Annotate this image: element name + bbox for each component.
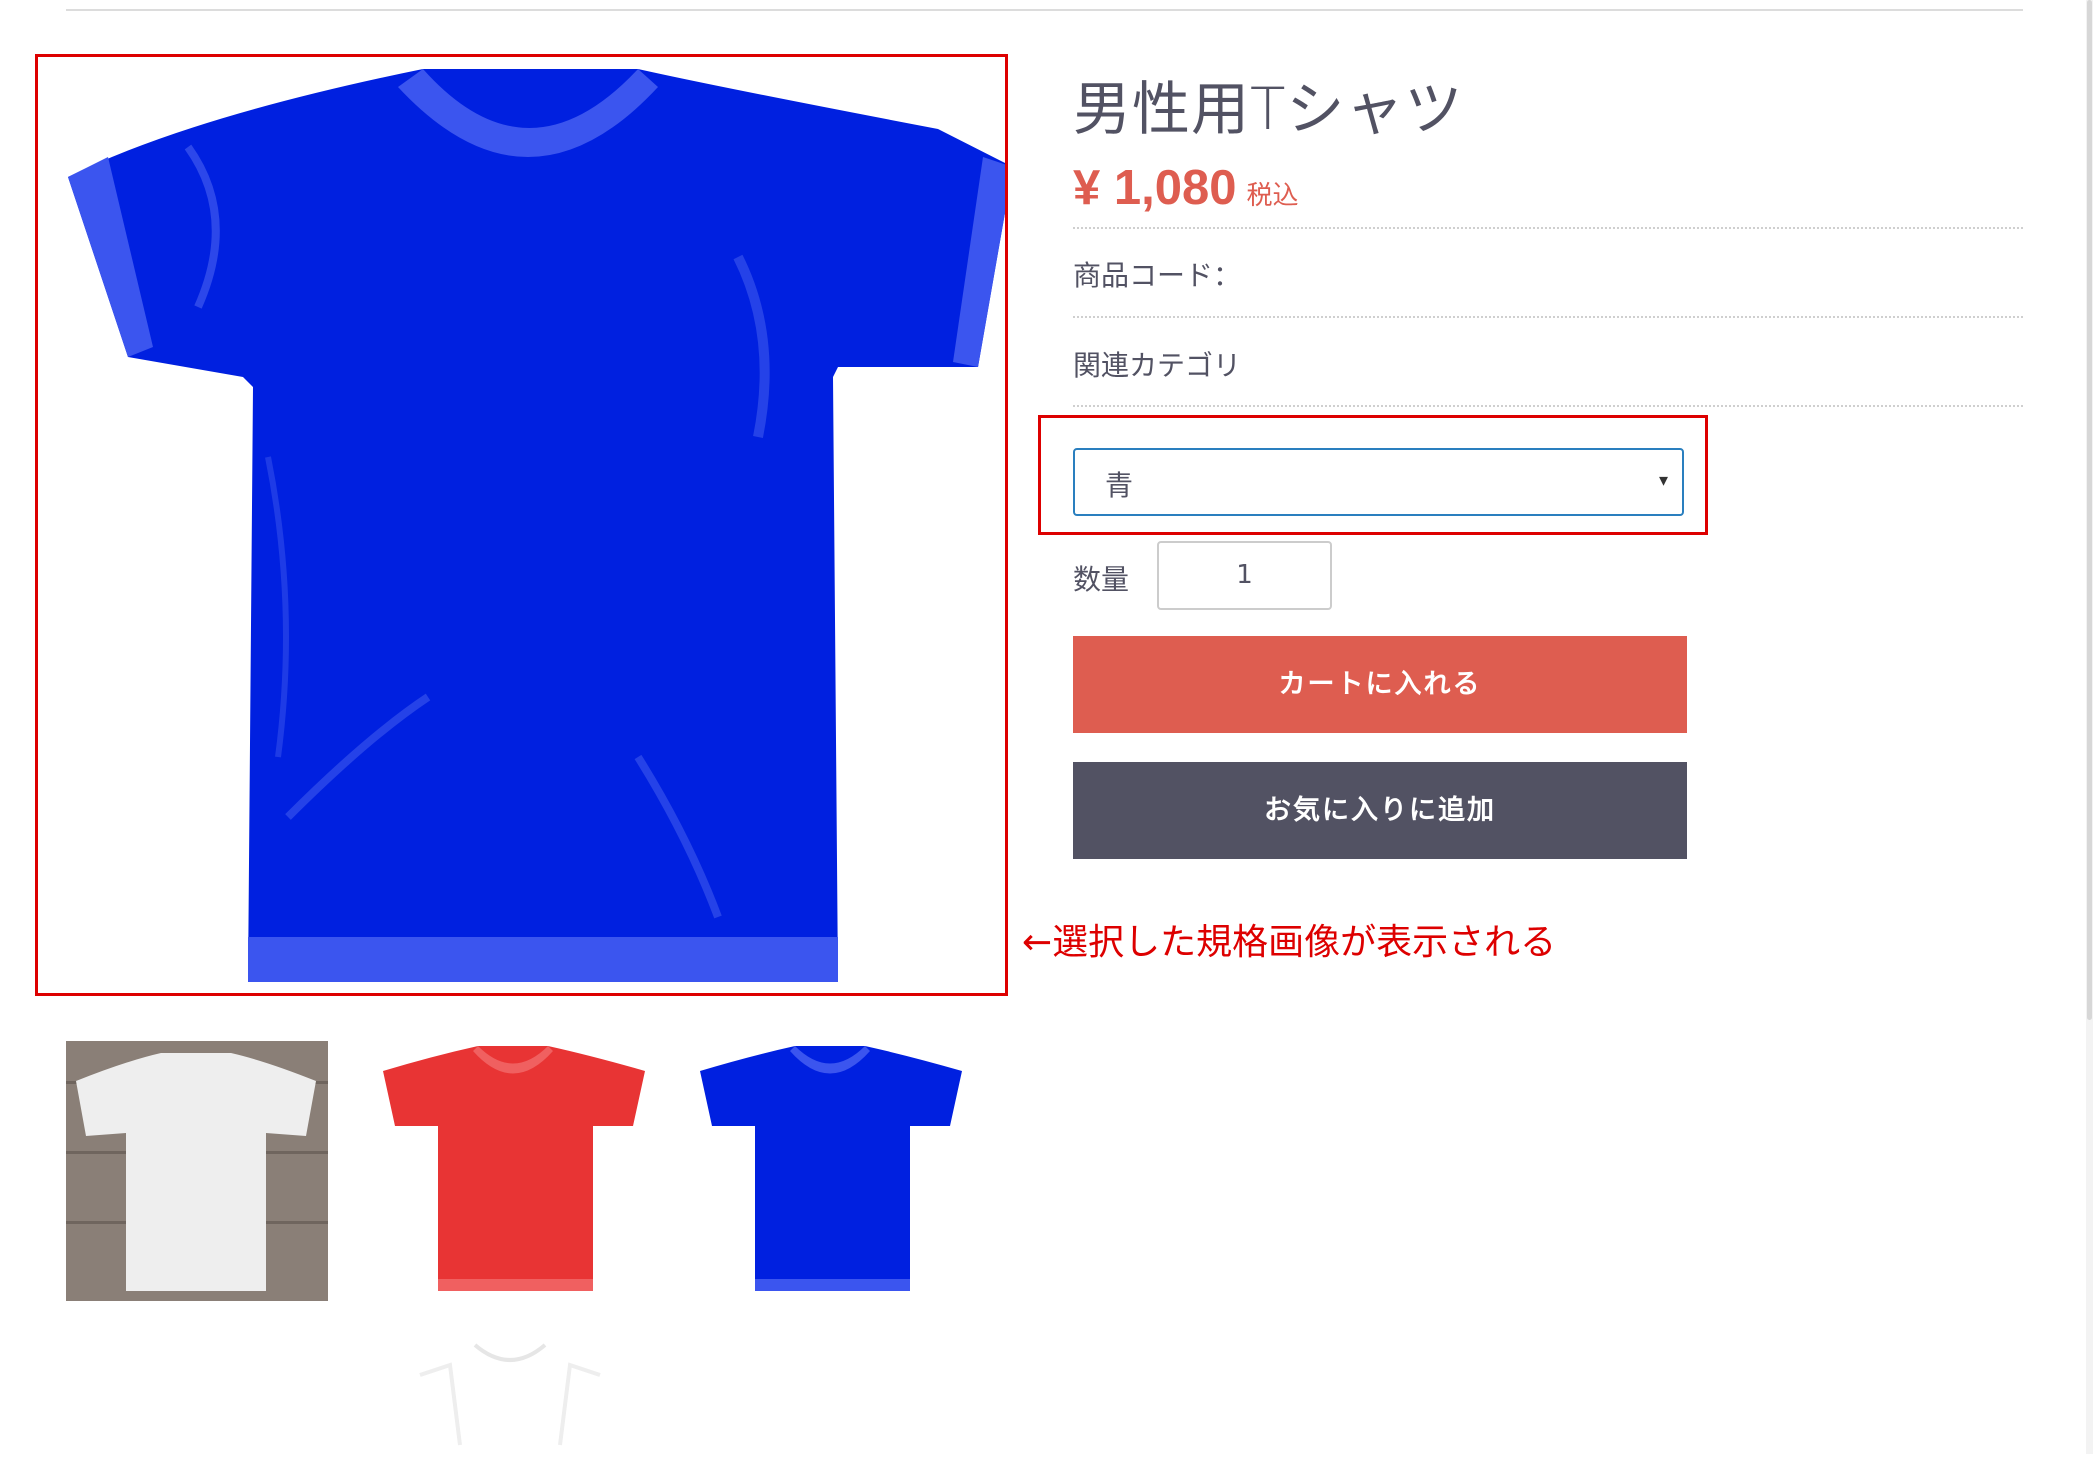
thumbnail-blue[interactable]: [700, 1041, 962, 1301]
product-price: ¥ 1,080 税込: [1073, 160, 1299, 216]
product-code-label: 商品コード：: [1073, 259, 1242, 292]
chevron-down-icon: ▾: [1658, 470, 1668, 491]
divider: [1073, 405, 2023, 407]
main-product-image-frame: [35, 54, 1008, 996]
add-to-favorites-button[interactable]: お気に入りに追加: [1073, 762, 1687, 859]
variant-select-value: 青: [1105, 469, 1134, 502]
thumbnail-red[interactable]: [383, 1041, 645, 1301]
price-amount: ¥ 1,080: [1073, 161, 1237, 215]
quantity-input[interactable]: 1: [1157, 541, 1332, 610]
divider: [1073, 316, 2023, 318]
thumbnail-white[interactable]: [66, 1041, 328, 1301]
scrollbar-thumb[interactable]: [2087, 0, 2092, 1020]
main-product-image: [68, 69, 1005, 982]
tax-label: 税込: [1246, 181, 1299, 211]
annotation-text: ←選択した規格画像が表示される: [1022, 922, 1557, 963]
faded-product-image: [380, 1335, 640, 1454]
add-to-cart-button[interactable]: カートに入れる: [1073, 636, 1687, 733]
product-title: 男性用Tシャツ: [1073, 75, 1464, 143]
variant-select[interactable]: 青 ▾: [1073, 448, 1684, 516]
top-divider: [66, 9, 2023, 11]
quantity-label: 数量: [1073, 563, 1130, 596]
related-category-label: 関連カテゴリ: [1073, 349, 1242, 382]
divider: [1073, 227, 2023, 229]
